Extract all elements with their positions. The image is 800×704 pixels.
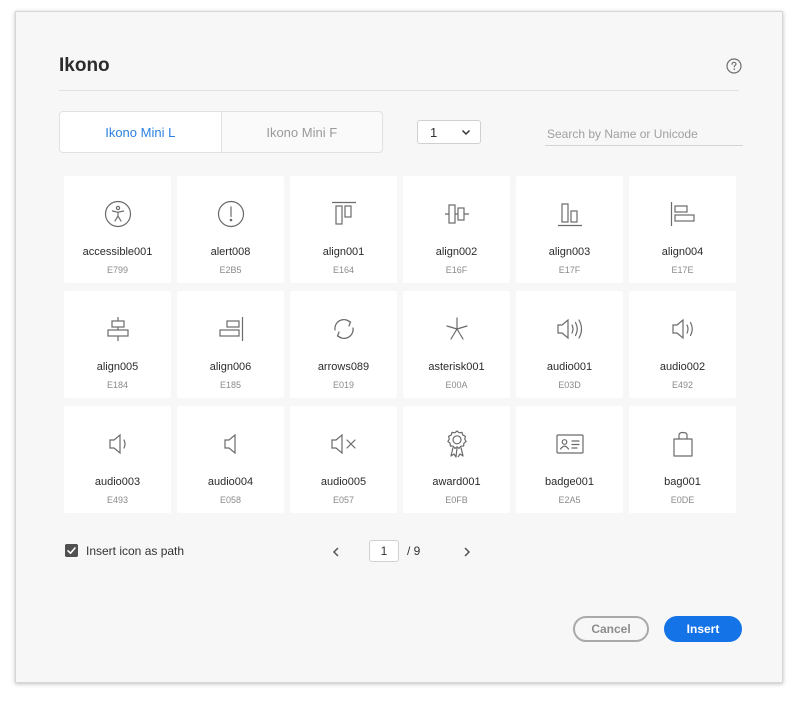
tab-ikono-mini-f[interactable]: Ikono Mini F (222, 112, 383, 152)
icon-name: badge001 (545, 476, 594, 488)
icon-cell-align001[interactable]: align001 E164 (290, 176, 397, 283)
award-icon (447, 430, 467, 458)
align-left-icon (670, 202, 695, 226)
icon-cell-arrows089[interactable]: arrows089 E019 (290, 291, 397, 398)
align-vertical-center-icon (445, 204, 469, 224)
icon-name: audio004 (207, 476, 254, 488)
icon-cell-audio004[interactable]: audio004 E058 (177, 406, 284, 513)
icon-name: alert008 (210, 246, 251, 258)
icon-cell-award001[interactable]: award001 E0FB (403, 406, 510, 513)
speaker-low-icon (109, 433, 126, 455)
font-tabs: Ikono Mini L Ikono Mini F (59, 111, 383, 153)
icon-unicode: E019 (332, 380, 355, 390)
icon-name: align003 (548, 246, 591, 258)
icon-cell-audio001[interactable]: audio001 E03D (516, 291, 623, 398)
icon-name: audio005 (320, 476, 367, 488)
icon-unicode: E17F (558, 265, 581, 275)
asterisk-icon (446, 317, 468, 340)
icon-unicode: E00A (445, 380, 468, 390)
speaker-loud-icon (557, 318, 583, 340)
ikono-dialog: Ikono Ikono Mini L Ikono Mini F 1 access… (15, 11, 783, 683)
icon-name: align004 (661, 246, 704, 258)
icon-unicode: E0FB (445, 495, 468, 505)
icon-unicode: E03D (558, 380, 581, 390)
icon-unicode: E058 (219, 495, 242, 505)
accessible-icon (104, 200, 132, 228)
icon-cell-asterisk001[interactable]: asterisk001 E00A (403, 291, 510, 398)
icon-cell-audio005[interactable]: audio005 E057 (290, 406, 397, 513)
icon-unicode: E164 (332, 265, 355, 275)
insert-as-path-checkbox[interactable] (65, 544, 78, 557)
icon-name: asterisk001 (428, 361, 485, 373)
icon-name: audio001 (546, 361, 593, 373)
icon-cell-align003[interactable]: align003 E17F (516, 176, 623, 283)
chevron-right-icon[interactable] (462, 546, 472, 558)
alert-icon (217, 200, 245, 228)
icon-unicode: E799 (106, 265, 129, 275)
icon-unicode: E2B5 (219, 265, 242, 275)
chevron-down-icon (461, 129, 471, 136)
icon-unicode: E2A5 (558, 495, 581, 505)
icon-grid: accessible001 E799 alert008 E2B5 align00… (64, 176, 736, 513)
icon-cell-align005[interactable]: align005 E184 (64, 291, 171, 398)
icon-unicode: E185 (219, 380, 242, 390)
cancel-button[interactable]: Cancel (573, 616, 649, 642)
dialog-title: Ikono (59, 55, 110, 76)
search-input[interactable] (545, 123, 743, 146)
icon-cell-accessible001[interactable]: accessible001 E799 (64, 176, 171, 283)
icon-name: align002 (435, 246, 478, 258)
icon-unicode: E493 (106, 495, 129, 505)
title-divider (59, 90, 739, 91)
icon-unicode: E057 (332, 495, 355, 505)
align-bottom-icon (558, 203, 582, 227)
icon-unicode: E0DE (670, 495, 695, 505)
speaker-icon (224, 433, 236, 455)
page-select[interactable]: 1 (417, 120, 481, 144)
tab-ikono-mini-l[interactable]: Ikono Mini L (60, 112, 222, 152)
icon-cell-align004[interactable]: align004 E17E (629, 176, 736, 283)
insert-button[interactable]: Insert (664, 616, 742, 642)
icon-unicode: E184 (106, 380, 129, 390)
id-badge-icon (556, 434, 584, 454)
bag-icon (673, 431, 693, 457)
icon-unicode: E492 (671, 380, 694, 390)
icon-cell-alert008[interactable]: alert008 E2B5 (177, 176, 284, 283)
speaker-mute-icon (331, 433, 356, 455)
align-right-icon (219, 317, 244, 341)
icon-cell-badge001[interactable]: badge001 E2A5 (516, 406, 623, 513)
icon-name: align006 (209, 361, 252, 373)
speaker-medium-icon (672, 318, 693, 340)
icon-cell-align002[interactable]: align002 E16F (403, 176, 510, 283)
icon-name: align005 (96, 361, 139, 373)
icon-name: align001 (322, 246, 365, 258)
insert-as-path-label: Insert icon as path (86, 544, 185, 558)
page-number-input[interactable] (369, 540, 399, 562)
icon-name: award001 (432, 476, 481, 488)
page-total: / 9 (407, 544, 421, 558)
icon-unicode: E16F (445, 265, 468, 275)
icon-name: bag001 (664, 476, 701, 488)
align-top-icon (332, 201, 356, 225)
help-circle-icon[interactable] (726, 58, 742, 74)
icon-name: audio003 (94, 476, 141, 488)
chevron-left-icon[interactable] (331, 546, 341, 558)
icon-cell-align006[interactable]: align006 E185 (177, 291, 284, 398)
page-select-value: 1 (430, 124, 438, 140)
refresh-arrows-icon (334, 319, 354, 339)
icon-cell-audio003[interactable]: audio003 E493 (64, 406, 171, 513)
icon-name: audio002 (659, 361, 706, 373)
icon-unicode: E17E (671, 265, 694, 275)
icon-name: accessible001 (82, 246, 153, 258)
icon-name: arrows089 (317, 361, 370, 373)
icon-cell-audio002[interactable]: audio002 E492 (629, 291, 736, 398)
icon-cell-bag001[interactable]: bag001 E0DE (629, 406, 736, 513)
align-horizontal-center-icon (107, 317, 129, 341)
